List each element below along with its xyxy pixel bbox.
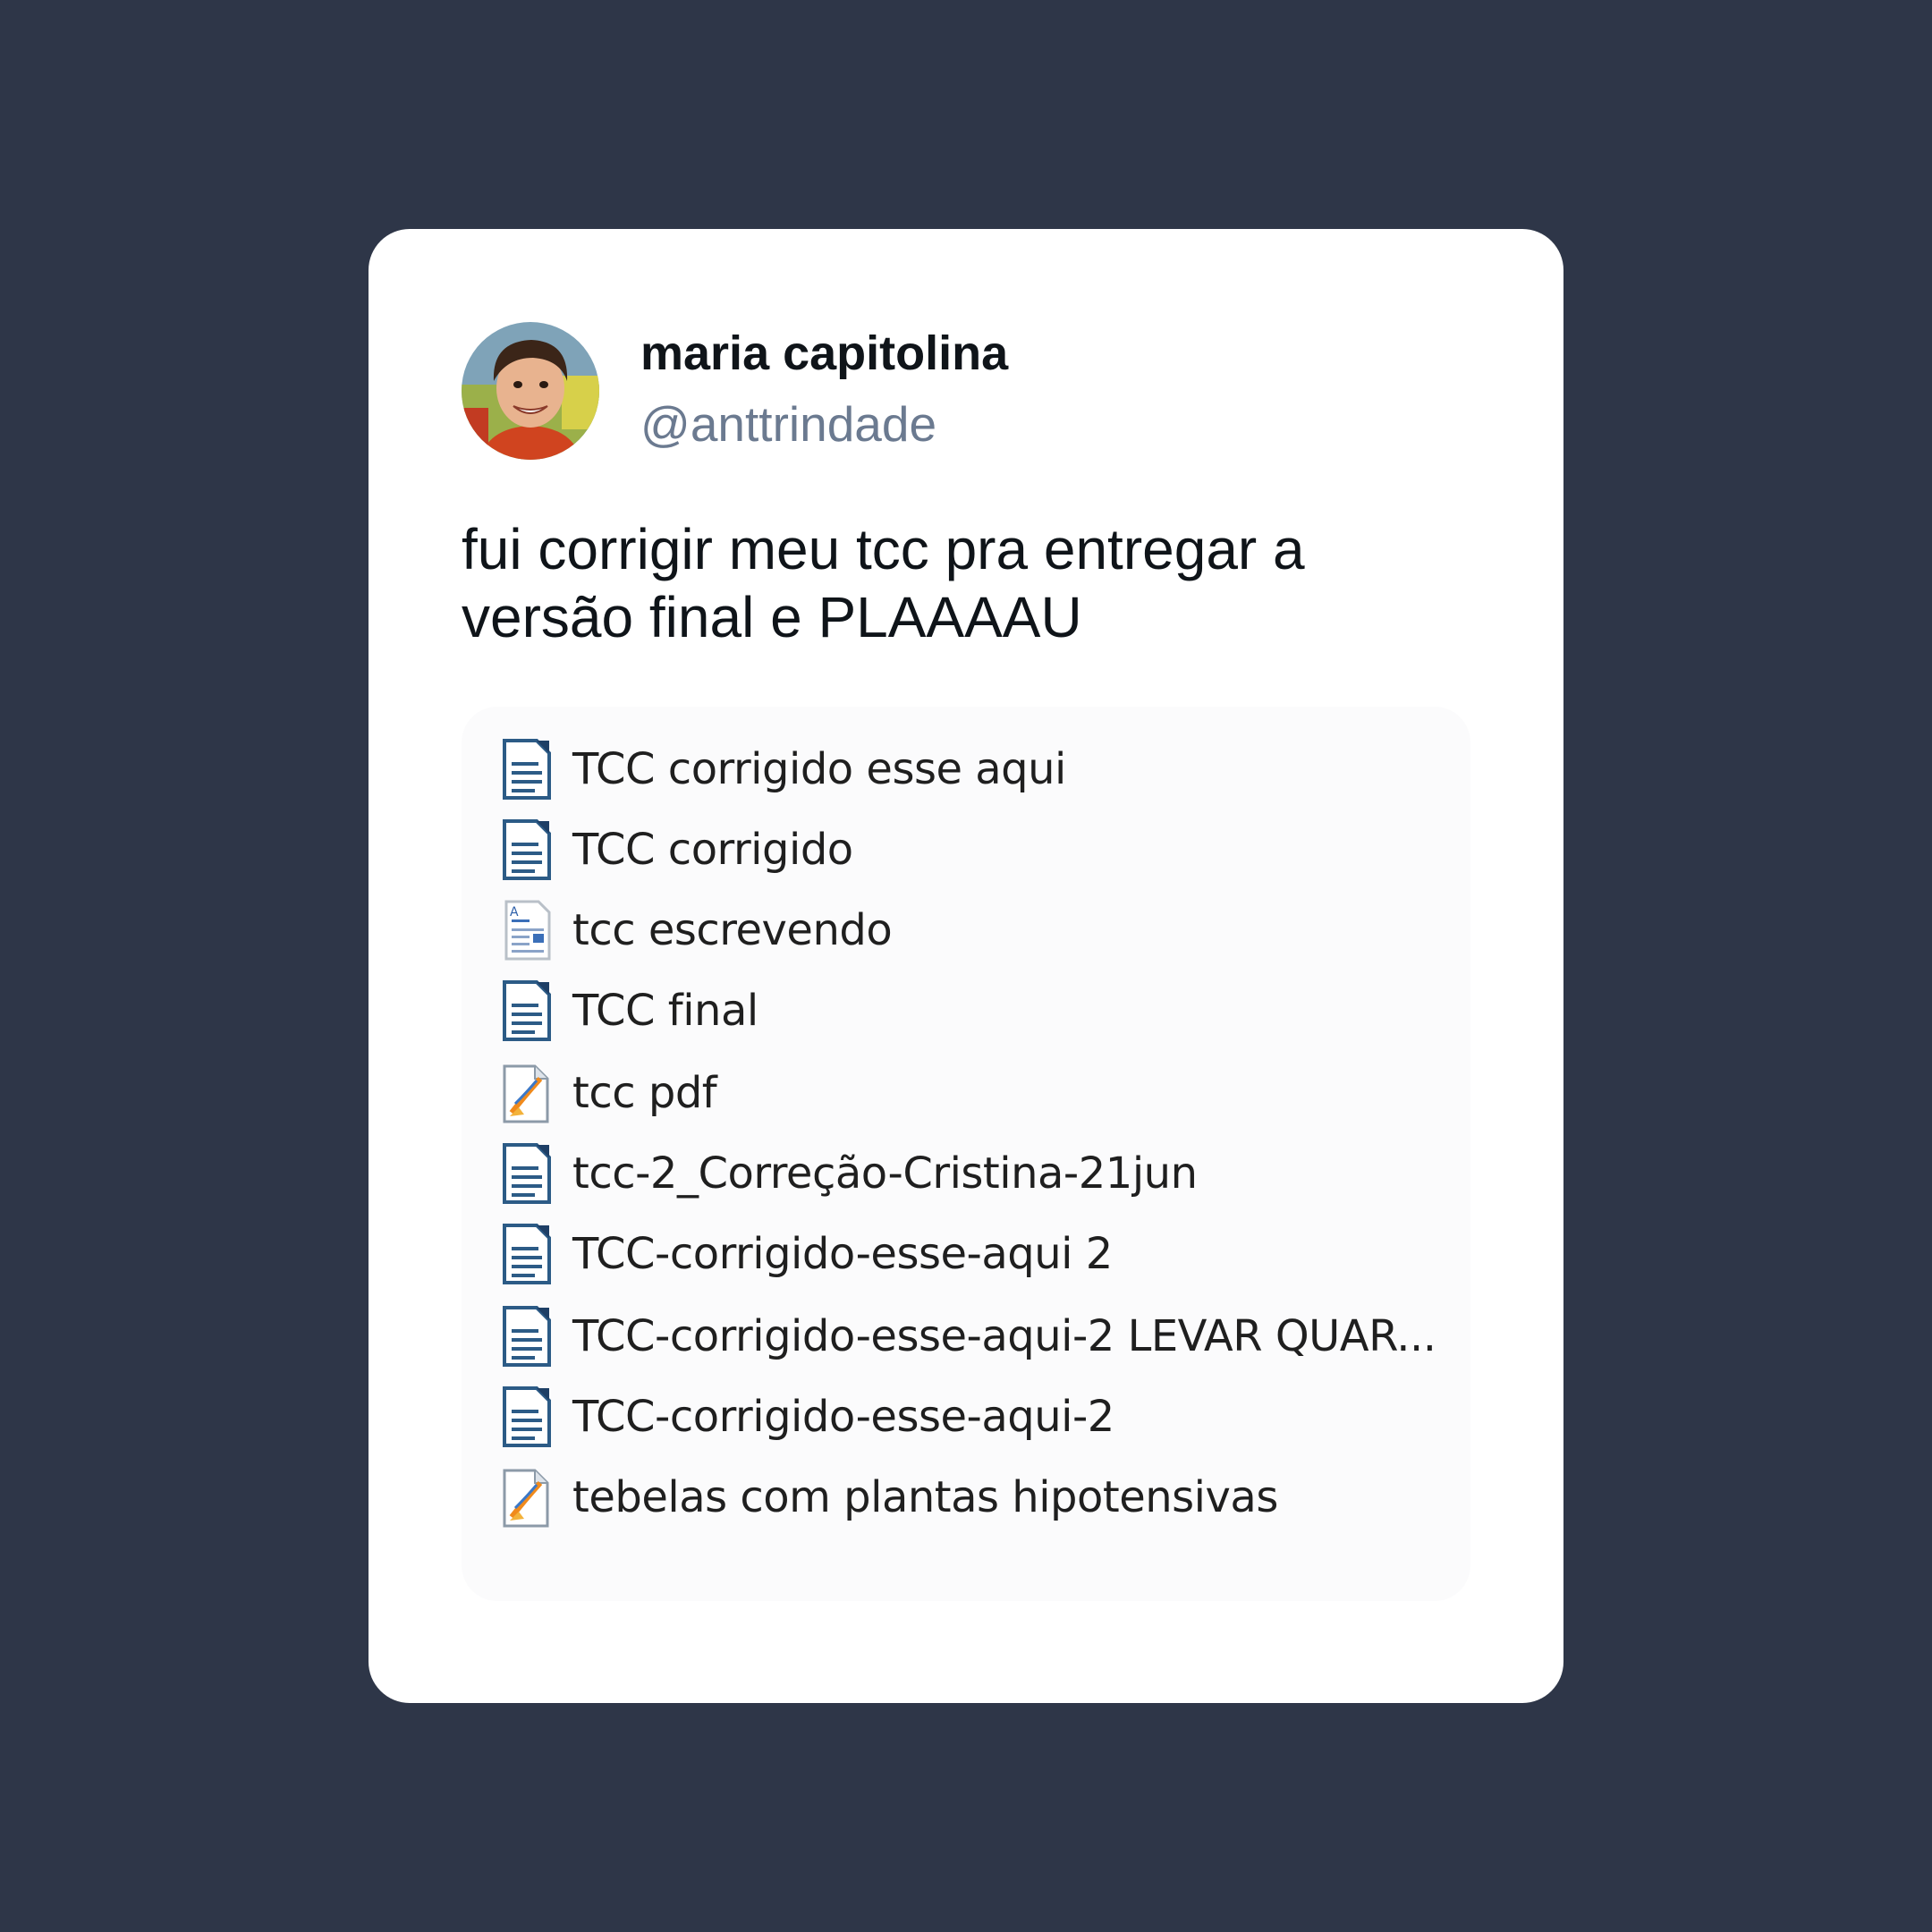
file-name: TCC-corrigido-esse-aqui-2 LEVAR QUAR... bbox=[572, 1311, 1436, 1361]
file-name: TCC corrigido bbox=[572, 825, 853, 875]
file-item[interactable]: TCC-corrigido-esse-aqui-2 LEVAR QUAR... bbox=[497, 1301, 1436, 1372]
svg-text:A: A bbox=[510, 905, 519, 919]
file-name: TCC-corrigido-esse-aqui-2 bbox=[572, 1392, 1114, 1442]
writer-document-icon bbox=[497, 979, 556, 1043]
file-name: TCC corrigido esse aqui bbox=[572, 744, 1066, 794]
file-item[interactable]: TCC-corrigido-esse-aqui 2 bbox=[497, 1218, 1113, 1290]
file-item[interactable]: A tcc escrevendo bbox=[497, 894, 893, 966]
author-handle[interactable]: @anttrindade bbox=[640, 395, 936, 453]
word-document-icon: A bbox=[497, 898, 556, 962]
file-name: tcc-2_Correção-Cristina-21jun bbox=[572, 1148, 1198, 1199]
writer-document-icon bbox=[497, 1304, 556, 1368]
writer-document-icon bbox=[497, 1222, 556, 1286]
tweet-card: maria capitolina @anttrindade fui corrig… bbox=[369, 229, 1563, 1703]
file-name: tebelas com plantas hipotensivas bbox=[572, 1472, 1278, 1522]
file-name: TCC-corrigido-esse-aqui 2 bbox=[572, 1229, 1113, 1279]
file-item[interactable]: tcc-2_Correção-Cristina-21jun bbox=[497, 1138, 1198, 1209]
writer-document-icon bbox=[497, 818, 556, 882]
file-item[interactable]: TCC-corrigido-esse-aqui-2 bbox=[497, 1381, 1114, 1453]
avatar[interactable] bbox=[462, 322, 599, 460]
file-item[interactable]: TCC corrigido bbox=[497, 814, 853, 886]
writer-document-icon bbox=[497, 1385, 556, 1449]
file-name: TCC final bbox=[572, 986, 758, 1036]
attached-image-file-list[interactable]: TCC corrigido esse aqui TCC corrigido A … bbox=[462, 707, 1470, 1601]
writer-document-icon bbox=[497, 737, 556, 801]
file-item[interactable]: tebelas com plantas hipotensivas bbox=[497, 1462, 1278, 1533]
tweet-text: fui corrigir meu tcc pra entregar a vers… bbox=[462, 517, 1305, 649]
writer-document-icon bbox=[497, 1141, 556, 1206]
file-name: tcc pdf bbox=[572, 1068, 717, 1118]
author-name[interactable]: maria capitolina bbox=[640, 326, 1008, 381]
pdf-document-icon bbox=[497, 1061, 556, 1125]
file-item[interactable]: tcc pdf bbox=[497, 1057, 717, 1129]
file-name: tcc escrevendo bbox=[572, 905, 893, 955]
file-item[interactable]: TCC corrigido esse aqui bbox=[497, 733, 1066, 805]
pdf-document-icon bbox=[497, 1465, 556, 1530]
file-item[interactable]: TCC final bbox=[497, 975, 758, 1046]
